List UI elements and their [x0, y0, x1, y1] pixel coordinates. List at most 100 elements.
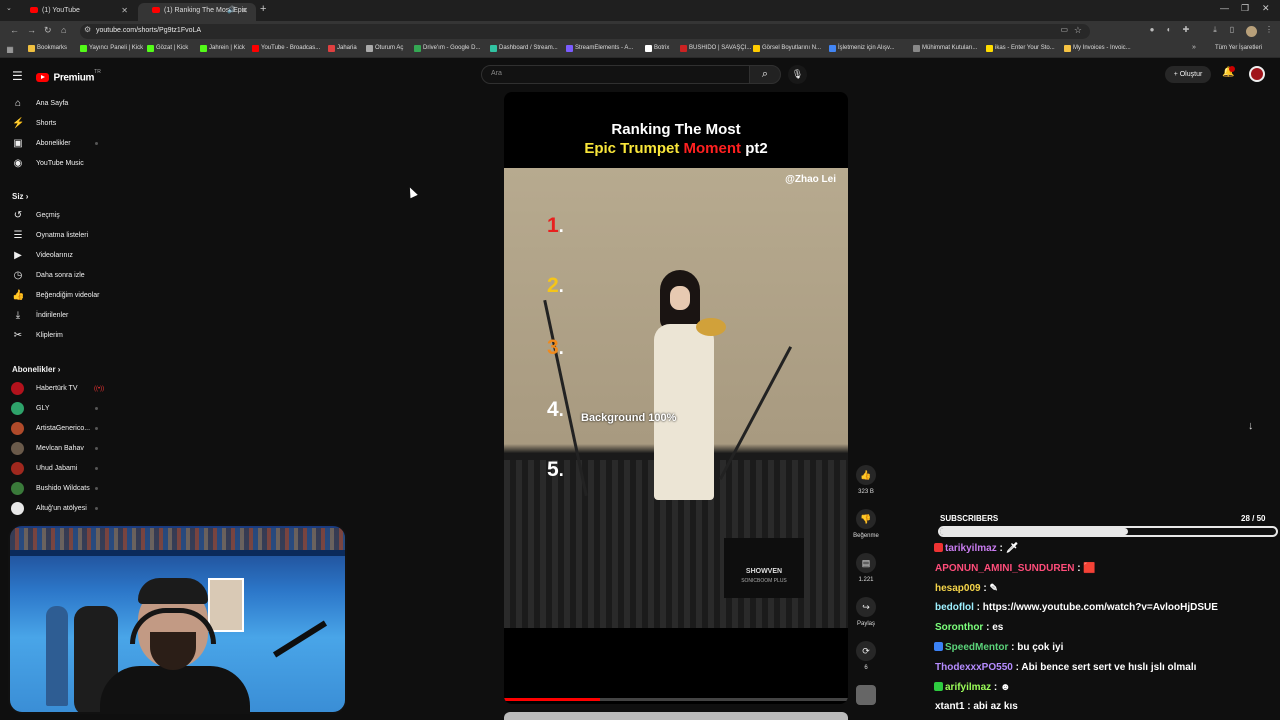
- bookmark-item[interactable]: Oturum Aç: [366, 45, 403, 52]
- video-progress-bar[interactable]: [504, 698, 848, 701]
- bookmark-favicon-icon: [986, 45, 993, 52]
- bookmark-item[interactable]: Gözat | Kick: [147, 45, 188, 52]
- sidebar-subscription-channel[interactable]: Uhud Jabami: [0, 459, 115, 479]
- sidebar-item-main[interactable]: ⚡ Shorts: [0, 114, 115, 134]
- sidebar-item-main[interactable]: ◉ YouTube Music: [0, 154, 115, 174]
- chat-username: hesap009: [935, 582, 981, 594]
- remix-button[interactable]: ⟳ 6: [852, 641, 880, 671]
- extension-icon[interactable]: ◐: [1164, 25, 1174, 35]
- bookmark-item[interactable]: Mühimmat Kutuları...: [913, 45, 977, 52]
- streamer-hat: [138, 578, 208, 604]
- account-avatar[interactable]: [1249, 66, 1265, 82]
- site-info-icon[interactable]: ⚙: [84, 25, 91, 34]
- all-bookmarks-folder[interactable]: Tüm Yer İşaretleri: [1215, 45, 1262, 51]
- bookmark-star-icon[interactable]: ☆: [1074, 25, 1082, 36]
- sidebar-subscription-channel[interactable]: Mevlcan Bahav: [0, 439, 115, 459]
- omnibox[interactable]: ⚙ youtube.com/shorts/Pg9tz1FvoLA ▭ ☆: [80, 24, 1090, 39]
- create-button[interactable]: + Oluştur: [1165, 66, 1211, 83]
- channel-avatar: [11, 422, 24, 435]
- sidebar-subscription-channel[interactable]: Altuğ'un atölyesi: [0, 499, 115, 519]
- subscriber-goal-count: 28 / 50: [1241, 514, 1266, 523]
- sidebar-item-you[interactable]: ☰ Oynatma listeleri: [0, 226, 115, 246]
- statue: [46, 606, 68, 706]
- bookmark-item[interactable]: ikas - Enter Your Sto...: [986, 45, 1055, 52]
- forward-icon[interactable]: →: [27, 25, 36, 35]
- next-short-arrow-icon[interactable]: ↓: [1248, 420, 1254, 432]
- sidebar-item-you[interactable]: ▶ Videolarınız: [0, 246, 115, 266]
- sidebar-item-you[interactable]: ↺ Geçmiş: [0, 206, 115, 226]
- url-text[interactable]: youtube.com/shorts/Pg9tz1FvoLA: [96, 27, 201, 34]
- search-input[interactable]: Ara: [481, 65, 750, 84]
- chat-username: ThodexxxPO550: [935, 661, 1013, 673]
- sidebar-you-heading[interactable]: Siz ›: [12, 192, 28, 201]
- sidebar-subscription-channel[interactable]: Bushido Wildcats: [0, 479, 115, 499]
- close-window-icon[interactable]: ✕: [1262, 3, 1270, 14]
- sidebar-subscription-channel[interactable]: Habertürk TV ((•)): [0, 379, 115, 399]
- downloads-icon[interactable]: ⤓: [1210, 25, 1220, 35]
- bookmark-item[interactable]: Jahrein | Kick: [200, 45, 245, 52]
- rank-digit: 1: [547, 214, 559, 237]
- sidebar-item-main[interactable]: ▣ Abonelikler: [0, 134, 115, 154]
- bookmark-item[interactable]: Bookmarks: [28, 45, 67, 52]
- sidebar-item-you[interactable]: 👍 Beğendiğim videolar: [0, 286, 115, 306]
- extension-icon[interactable]: ●: [1147, 25, 1157, 35]
- tab-search-icon[interactable]: ⌄: [6, 4, 12, 12]
- mic-arm: [272, 620, 328, 658]
- share-button[interactable]: ↪ Paylaş: [852, 597, 880, 627]
- sidebar-item-main[interactable]: ⌂ Ana Sayfa: [0, 94, 115, 114]
- bookmark-item[interactable]: Jaharia: [328, 45, 357, 52]
- sidebar-item-you[interactable]: ◷ Daha sonra izle: [0, 266, 115, 286]
- bookmark-item[interactable]: Drive'ım - Google D...: [414, 45, 481, 52]
- bookmark-item[interactable]: Dashboard / Stream...: [490, 45, 558, 52]
- sidebar-subscription-channel[interactable]: GLY: [0, 399, 115, 419]
- more-bookmarks-icon[interactable]: »: [1192, 44, 1196, 51]
- close-tab-icon[interactable]: ✕: [241, 3, 248, 18]
- short-title-yellow: Epic Trumpet: [584, 140, 680, 157]
- chat-text: Abi bence sert sert ve hıslı jslı olmalı: [1021, 661, 1197, 673]
- back-icon[interactable]: ←: [10, 25, 19, 35]
- bookmark-item[interactable]: BUSHIDO | SAVAŞÇI...: [680, 45, 751, 52]
- reload-icon[interactable]: ↻: [44, 25, 52, 36]
- apps-icon[interactable]: ▦: [5, 45, 15, 55]
- browser-tab-short[interactable]: (1) Ranking The Most Epic 🔊 ✕: [138, 3, 256, 21]
- home-icon[interactable]: ⌂: [61, 25, 66, 35]
- sound-button[interactable]: [852, 685, 880, 705]
- bookmark-item[interactable]: YouTube - Broadcas...: [252, 45, 320, 52]
- video-progress-fill: [504, 698, 601, 701]
- bookmark-item[interactable]: İşletmeniz için Alışv...: [829, 45, 895, 52]
- like-button[interactable]: 👍 323 B: [852, 465, 880, 495]
- youtube-logo[interactable]: PremiumTR: [36, 69, 101, 87]
- sidebar-item-you[interactable]: ✂ Kliplerim: [0, 326, 115, 346]
- dislike-button[interactable]: 👎 Beğenme: [852, 509, 880, 539]
- sidepanel-icon[interactable]: ▯: [1227, 25, 1237, 35]
- voice-search-button[interactable]: 🎙: [788, 65, 807, 84]
- profile-avatar[interactable]: [1246, 26, 1257, 37]
- close-tab-icon[interactable]: ✕: [121, 3, 128, 18]
- minimize-icon[interactable]: —: [1220, 3, 1229, 13]
- search-button[interactable]: ⌕: [749, 65, 781, 84]
- browser-tab-bar: ⌄ (1) YouTube ✕ (1) Ranking The Most Epi…: [0, 0, 1280, 21]
- maximize-icon[interactable]: ❐: [1241, 3, 1249, 14]
- webcam-overlay: [8, 524, 347, 714]
- audio-playing-icon[interactable]: 🔊: [227, 3, 236, 18]
- bookmark-item[interactable]: My Invoices - Invoic...: [1064, 45, 1131, 52]
- sidebar-item-you[interactable]: ⤓ İndirilenler: [0, 306, 115, 326]
- browser-tab-youtube[interactable]: (1) YouTube ✕: [16, 3, 136, 21]
- sidebar-subscription-channel[interactable]: ArtistaGenerico...: [0, 419, 115, 439]
- short-player[interactable]: Ranking The Most Epic Trumpet Moment pt2…: [504, 92, 848, 704]
- rank-dot: .: [558, 276, 564, 296]
- bookmark-item[interactable]: Botrix: [645, 45, 669, 52]
- next-short-preview[interactable]: [504, 712, 848, 720]
- bookmark-item[interactable]: Yayıncı Paneli | Kick: [80, 45, 143, 52]
- extensions-puzzle-icon[interactable]: ✚: [1181, 25, 1191, 35]
- bookmark-favicon-icon: [366, 45, 373, 52]
- bookmark-item[interactable]: StreamElements - A...: [566, 45, 633, 52]
- new-content-dot: [95, 427, 98, 430]
- menu-icon[interactable]: ☰: [12, 69, 23, 83]
- sidebar-subscriptions-heading[interactable]: Abonelikler ›: [12, 365, 60, 374]
- bookmark-item[interactable]: Görsel Boyutlarını N...: [753, 45, 821, 52]
- comments-button[interactable]: ▤ 1.221: [852, 553, 880, 583]
- install-icon[interactable]: ▭: [1060, 25, 1068, 34]
- new-tab-button[interactable]: +: [260, 3, 266, 15]
- browser-menu-icon[interactable]: ⋮: [1264, 25, 1274, 35]
